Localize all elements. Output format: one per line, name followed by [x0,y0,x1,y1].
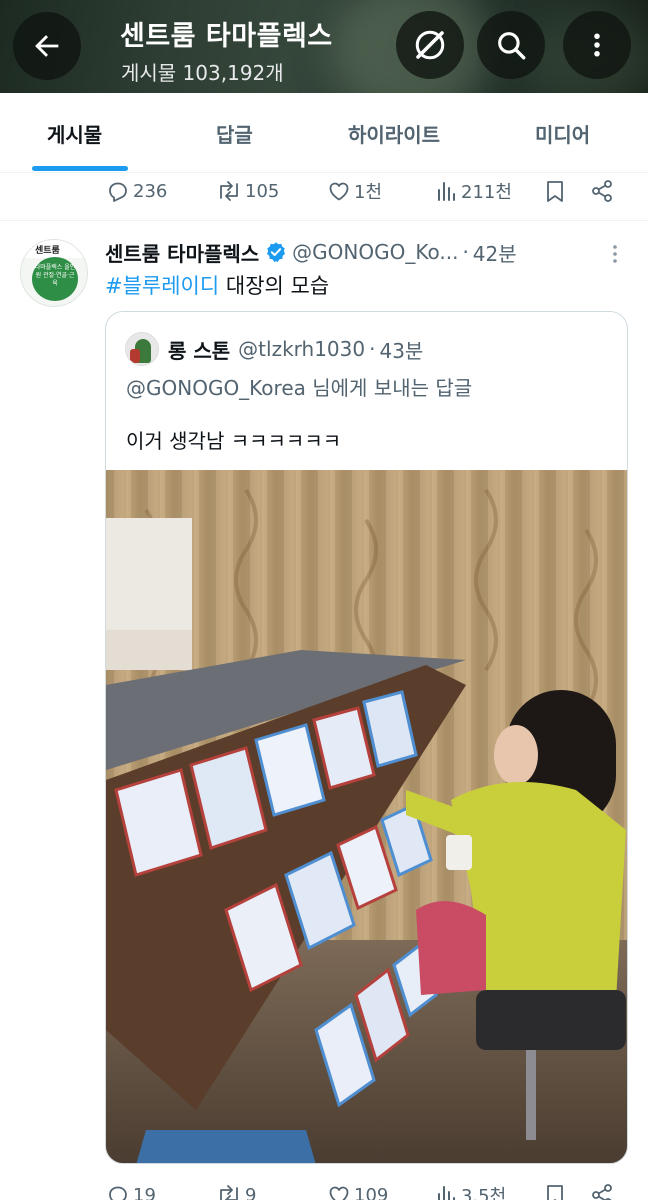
back-button[interactable] [13,12,81,80]
post-count: 게시물 103,192개 [121,61,284,85]
avatar-badge-text: 타마플렉스 올인원 관절·연골·근육 [34,264,76,287]
repost-button[interactable]: 9 [216,1175,256,1200]
bookmark-icon [547,181,563,202]
profile-tabs: 게시물 답글 하이라이트 미디어 [0,93,648,173]
grok-button[interactable] [396,11,464,79]
quoted-tweet-text: 이거 생각남 ㅋㅋㅋㅋㅋㅋ [126,429,342,453]
blue-crate [136,1130,316,1163]
air-conditioner-base [106,630,192,670]
separator-dot: · [462,240,469,264]
prev-post-action-bar: 236 105 1천 211천 [0,171,648,211]
avatar-logo-text: 센트룸 [35,246,60,256]
quoted-author-row: 롱 스톤 @tlzkrh1030 · 43분 [168,332,423,366]
tweet-author-row: 센트룸 타마플렉스 @GONOGO_Ko... · 42분 [105,236,517,268]
hashtag-link[interactable]: #블루레이디 [105,274,219,298]
quoted-tweet-time: 43분 [379,338,424,363]
grok-icon [415,30,445,60]
views-count: 3.5천 [461,1186,507,1200]
quoted-author-avatar [125,332,159,366]
reply-button[interactable]: 236 [106,171,167,211]
bookmark-button[interactable] [544,1175,566,1200]
avatar-figure [130,349,140,363]
like-count: 1천 [354,182,383,203]
views-button[interactable]: 3.5천 [434,1175,506,1200]
reply-count: 19 [133,1184,156,1200]
tab-highlights[interactable]: 하이라이트 [348,119,440,148]
like-count: 109 [354,1184,389,1200]
profile-header: 센트룸 타마플렉스 게시물 103,192개 [0,0,648,93]
like-button[interactable]: 1천 [327,171,382,211]
more-button[interactable] [563,11,631,79]
tweet-action-bar: 19 9 109 3.5천 [0,1175,648,1200]
share-icon [592,1184,612,1200]
quoted-reply-context: @GONOGO_Korea 님에게 보내는 답글 [126,376,473,400]
quoted-tweet[interactable]: 롱 스톤 @tlzkrh1030 · 43분 @GONOGO_Korea 님에게… [105,311,628,1164]
verified-badge-icon [267,242,286,263]
more-vertical-icon [594,33,600,57]
tweet-body: 대장의 모습 [219,274,330,298]
profile-name: 센트룸 타마플렉스 [120,21,333,52]
tab-replies[interactable]: 답글 [216,119,253,148]
author-avatar[interactable]: 센트룸 타마플렉스 올인원 관절·연골·근육 [20,239,88,307]
back-arrow-icon [35,35,59,57]
views-bar-chart-icon [438,182,455,201]
reply-count: 236 [133,180,168,202]
quoted-author-name: 롱 스톤 [168,338,231,363]
bookmark-button[interactable] [544,171,566,211]
heart-icon [329,1186,349,1200]
views-count: 211천 [461,182,512,203]
search-button[interactable] [477,11,545,79]
separator-dot: · [369,337,376,361]
heart-icon [329,182,349,201]
share-button[interactable] [590,171,614,211]
views-button[interactable]: 211천 [434,171,512,211]
like-button[interactable]: 109 [327,1175,388,1200]
tweet-text: #블루레이디 대장의 모습 [105,270,329,300]
post-divider [0,220,648,221]
views-bar-chart-icon [438,1186,455,1200]
repost-count: 9 [245,1184,257,1200]
share-button[interactable] [590,1175,614,1200]
tweet-time[interactable]: 42분 [473,238,517,267]
search-icon [498,32,526,60]
repost-icon [220,1185,238,1200]
quoted-author-handle: @tlzkrh1030 [238,337,366,361]
tab-media[interactable]: 미디어 [535,119,590,148]
reply-icon [109,182,127,202]
author-name[interactable]: 센트룸 타마플렉스 [105,238,259,267]
repost-icon [220,181,238,201]
author-handle[interactable]: @GONOGO_Ko... [292,240,458,264]
repost-button[interactable]: 105 [216,171,279,211]
more-vertical-icon [613,245,617,263]
bookmark-icon [547,1185,563,1200]
tab-posts[interactable]: 게시물 [47,119,102,148]
repost-count: 105 [245,180,280,202]
reply-button[interactable]: 19 [106,1175,156,1200]
quoted-tweet-photo[interactable] [106,470,628,1164]
share-icon [592,180,612,202]
reply-icon [109,1186,127,1200]
tweet-more-button[interactable] [608,242,622,270]
